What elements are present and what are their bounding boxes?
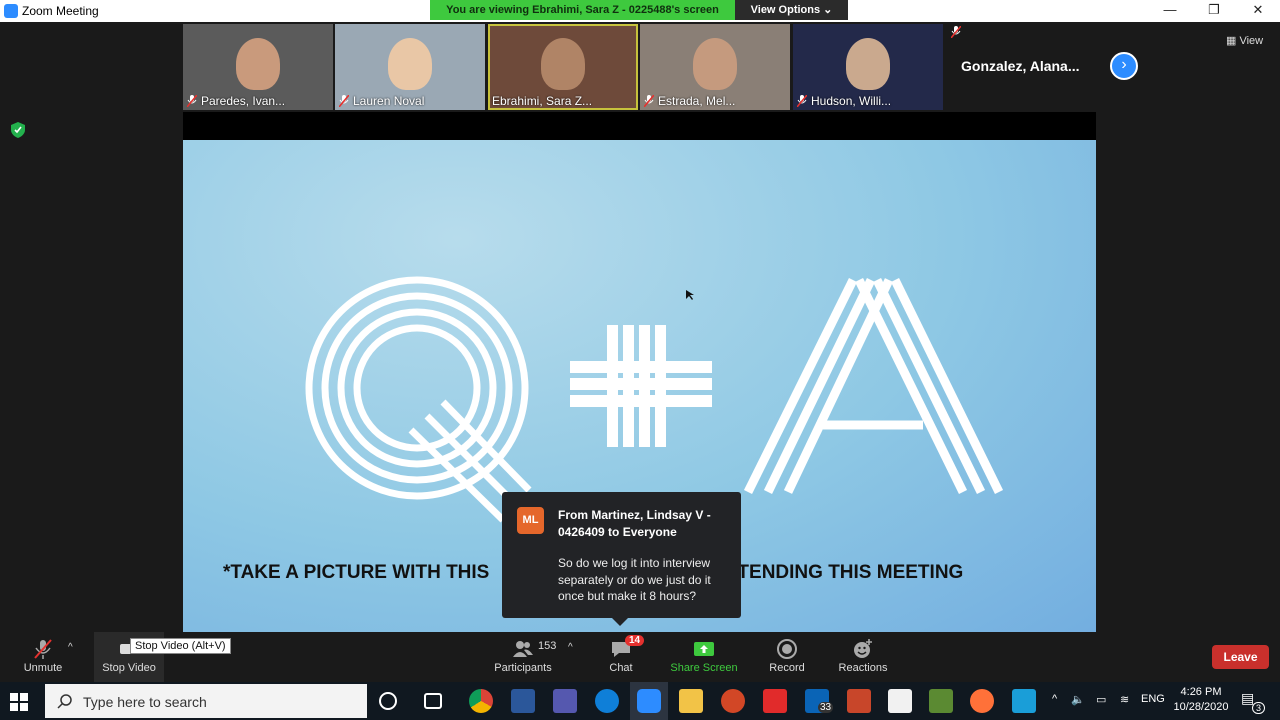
chat-notification-popup[interactable]: ML From Martinez, Lindsay V - 0426409 to… [502, 492, 741, 626]
mic-muted-icon [797, 95, 807, 107]
participant-video [541, 38, 585, 90]
close-button[interactable]: ✕ [1236, 0, 1280, 22]
participant-video [846, 38, 890, 90]
encryption-shield-icon[interactable] [11, 122, 25, 138]
language-indicator[interactable]: ENG [1141, 693, 1165, 705]
clock-date: 10/28/2020 [1173, 701, 1229, 713]
window-title: Zoom Meeting [22, 4, 99, 18]
mouse-cursor-icon [686, 290, 694, 300]
show-hidden-icons-chevron-icon[interactable]: ^ [1052, 693, 1057, 705]
windows-taskbar: Type here to search 33 ^ 🔈 ▭ ≋ ENG 4:26 … [0, 682, 1280, 720]
chat-sender: From Martinez, Lindsay V - 0426409 to Ev… [558, 508, 711, 539]
meeting-controls-bar: Unmute ^ Stop Video Stop Video (Alt+V) P… [0, 632, 1280, 682]
mic-muted-icon [339, 95, 349, 107]
clock-time: 4:26 PM [1180, 686, 1222, 698]
word-icon[interactable] [511, 689, 535, 713]
chat-message: So do we log it into interview separatel… [558, 556, 711, 603]
popup-arrow [612, 618, 628, 626]
minimize-button[interactable]: — [1148, 0, 1192, 22]
participants-options-chevron-icon[interactable]: ^ [568, 642, 573, 653]
mic-muted-icon [644, 95, 654, 107]
chat-label: Chat [609, 662, 633, 674]
participant-name: Gonzalez, Alana... [961, 58, 1080, 74]
powerpoint-icon[interactable] [721, 689, 745, 713]
stop-video-label: Stop Video [102, 662, 156, 674]
zoom-taskbar-item[interactable] [630, 682, 668, 720]
grid-icon: ▦ [1226, 35, 1240, 47]
volume-icon[interactable]: 🔈 [1071, 693, 1085, 706]
store-icon[interactable] [888, 689, 912, 713]
participant-name: Estrada, Mel... [658, 94, 736, 108]
share-screen-icon [694, 642, 714, 656]
taskbar-search-box[interactable]: Type here to search [45, 684, 367, 718]
participant-name: Hudson, Willi... [811, 94, 892, 108]
reactions-label: Reactions [838, 662, 888, 674]
mail-badge: 33 [818, 702, 834, 713]
mic-muted-icon [34, 639, 52, 659]
battery-icon[interactable]: ▭ [1096, 693, 1106, 706]
leave-button[interactable]: Leave [1212, 645, 1269, 669]
participant-tile-active-speaker[interactable]: Ebrahimi, Sara Z... [488, 24, 638, 110]
search-icon [57, 694, 72, 709]
view-options-button[interactable]: View Options ⌄ [735, 0, 848, 20]
participant-tile[interactable]: Hudson, Willi... [793, 24, 943, 110]
participants-label: Participants [494, 662, 552, 674]
next-page-button[interactable]: › [1110, 52, 1138, 80]
view-label: View [1239, 35, 1264, 47]
record-label: Record [769, 662, 805, 674]
mic-muted-icon [187, 95, 197, 107]
participant-video [388, 38, 432, 90]
unmute-button[interactable]: Unmute [15, 632, 71, 682]
zoom-icon [637, 689, 661, 713]
smiley-icon [854, 639, 872, 658]
participant-name: Lauren Noval [353, 94, 425, 108]
reactions-button[interactable]: Reactions [834, 632, 892, 682]
participant-tile[interactable]: Lauren Noval [335, 24, 485, 110]
reader-icon[interactable] [763, 689, 787, 713]
cortana-icon[interactable] [379, 692, 397, 710]
zoom-app-icon [4, 4, 18, 18]
avatar: ML [517, 507, 544, 534]
shared-screen-letterbox [183, 112, 1096, 140]
restore-button[interactable]: ❐ [1192, 0, 1236, 22]
gallery-strip: Paredes, Ivan... Lauren Noval Ebrahimi, … [183, 24, 1096, 110]
windows-start-icon[interactable] [10, 693, 28, 711]
participant-video [693, 38, 737, 90]
participant-name: Paredes, Ivan... [201, 94, 286, 108]
participants-icon [513, 641, 533, 657]
audio-options-chevron-icon[interactable]: ^ [68, 642, 73, 653]
unread-chat-badge: 14 [625, 635, 645, 646]
chrome-icon[interactable] [469, 689, 493, 713]
participant-video [236, 38, 280, 90]
notification-count: 3 [1252, 702, 1266, 714]
file-explorer-icon[interactable] [679, 689, 703, 713]
search-placeholder: Type here to search [83, 694, 207, 710]
unmute-label: Unmute [23, 662, 63, 674]
task-view-icon[interactable] [424, 693, 442, 709]
participant-count: 153 [538, 640, 557, 652]
participant-name: Ebrahimi, Sara Z... [492, 94, 593, 108]
participant-tile-no-video[interactable]: Gonzalez, Alana... [945, 24, 1095, 110]
record-icon [777, 639, 797, 659]
share-screen-button[interactable]: Share Screen [668, 632, 740, 682]
teams-icon[interactable] [553, 689, 577, 713]
participant-tile[interactable]: Estrada, Mel... [640, 24, 790, 110]
publisher-icon[interactable] [847, 689, 871, 713]
share-screen-label: Share Screen [670, 662, 738, 674]
record-button[interactable]: Record [764, 632, 810, 682]
mic-muted-icon [951, 26, 961, 38]
wifi-icon[interactable]: ≋ [1120, 693, 1129, 706]
edge-icon[interactable] [595, 689, 619, 713]
stop-video-tooltip: Stop Video (Alt+V) [130, 638, 231, 654]
view-button[interactable]: ▦ View [1226, 34, 1263, 47]
network-app-icon[interactable] [1012, 689, 1036, 713]
firefox-icon[interactable] [970, 689, 994, 713]
participant-tile[interactable]: Paredes, Ivan... [183, 24, 333, 110]
screen-share-banner: You are viewing Ebrahimi, Sara Z - 02254… [430, 0, 735, 20]
system-clock[interactable]: 4:26 PM 10/28/2020 [1170, 685, 1232, 715]
minecraft-icon[interactable] [929, 689, 953, 713]
